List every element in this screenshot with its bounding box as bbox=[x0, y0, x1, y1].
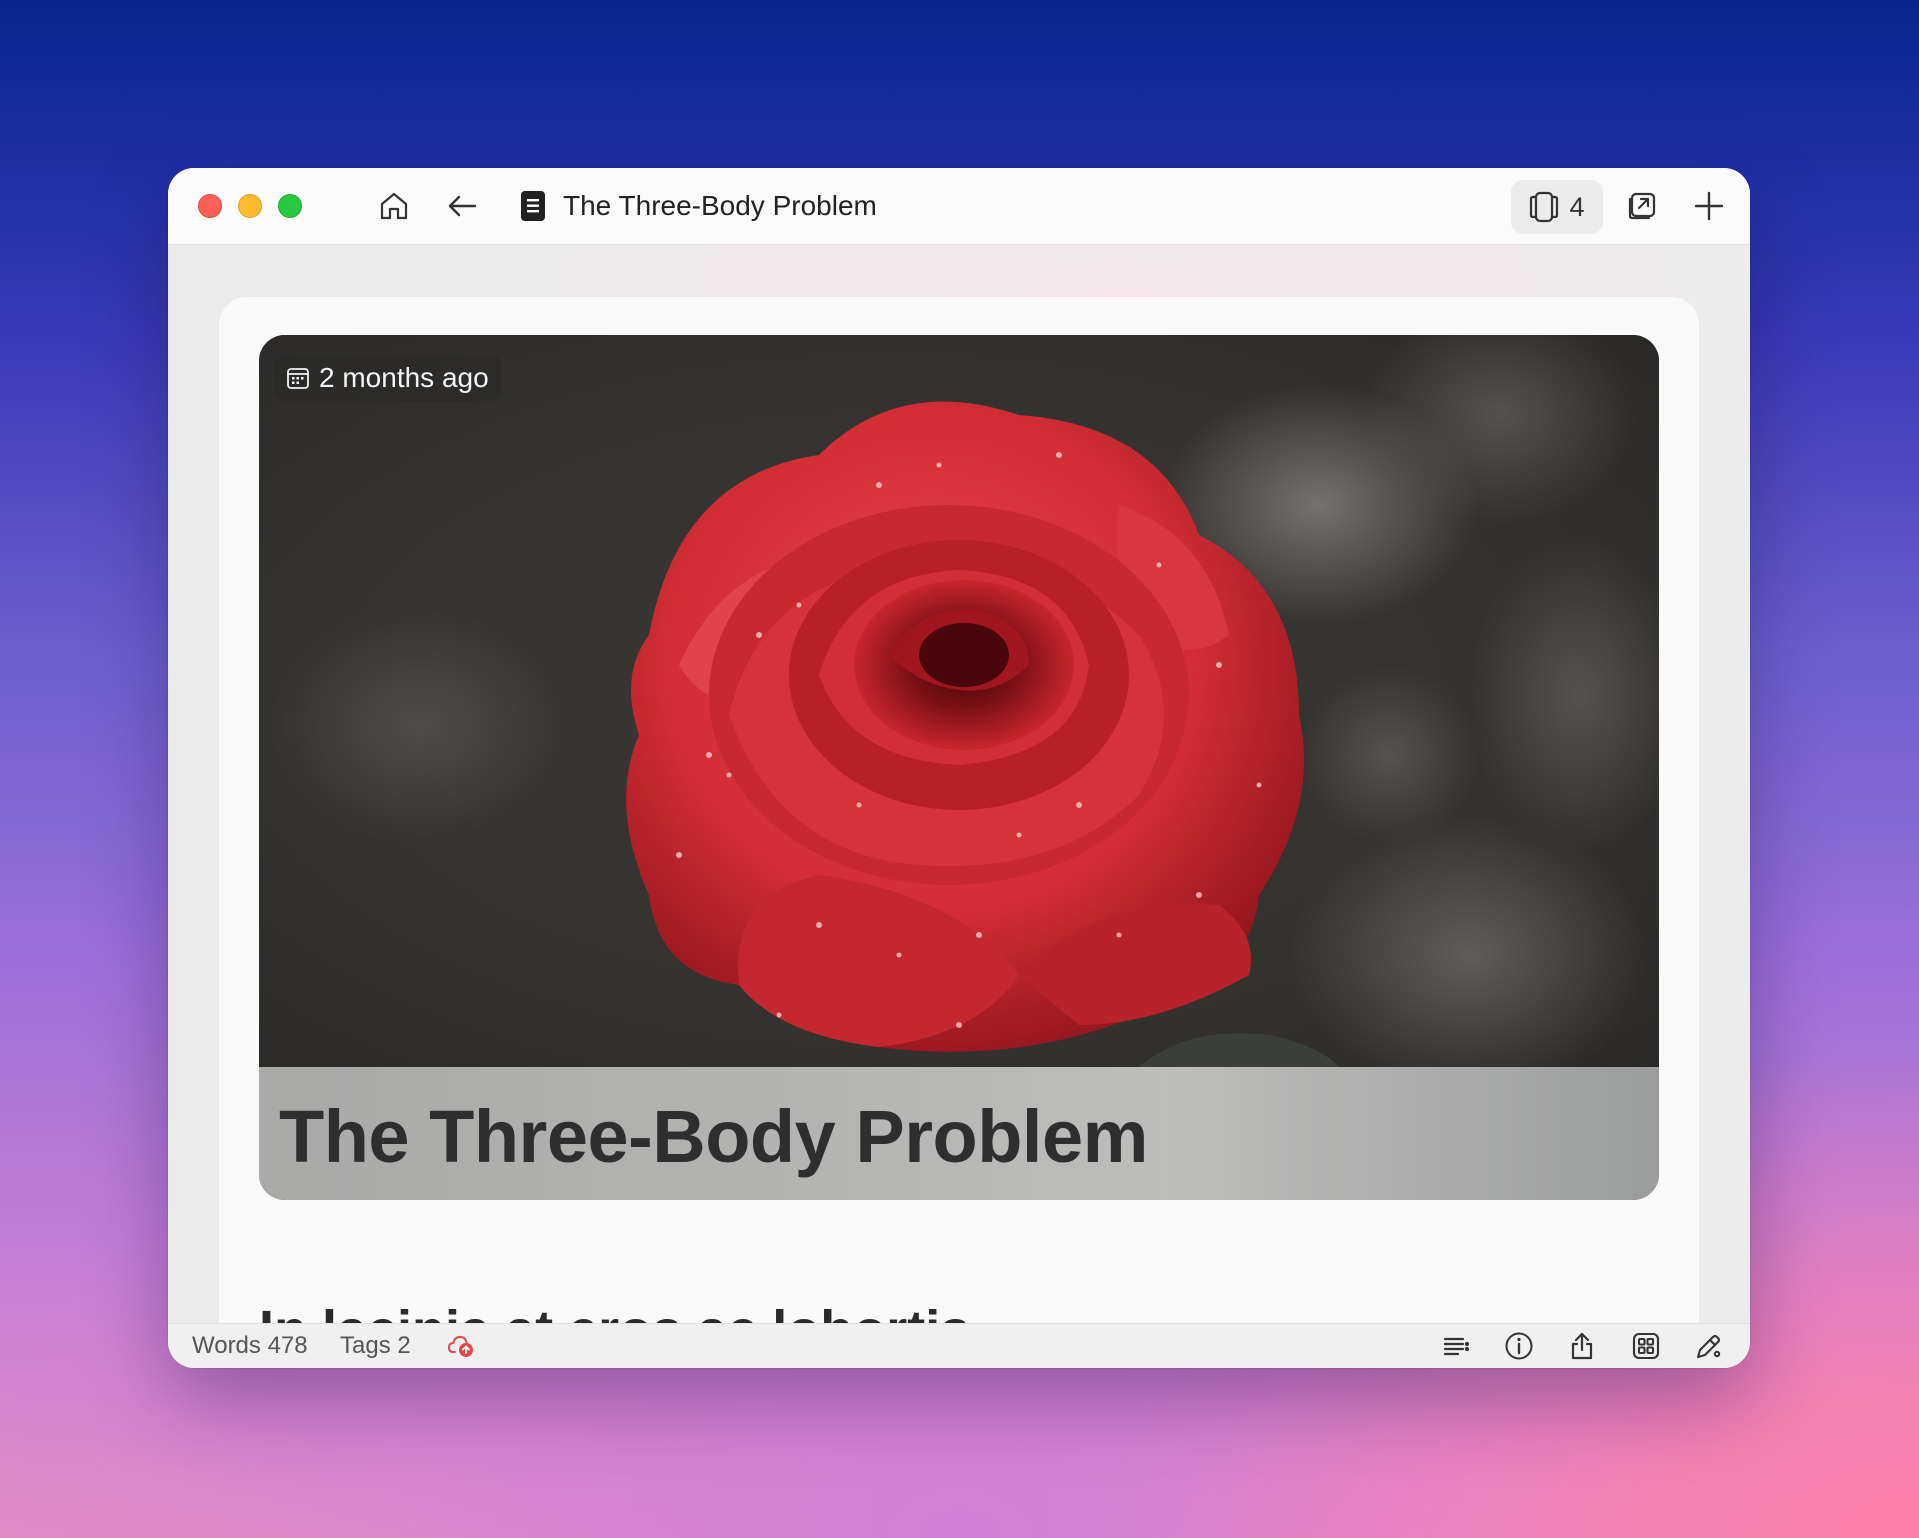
open-tabs-button[interactable]: 4 bbox=[1511, 180, 1603, 234]
info-icon[interactable] bbox=[1501, 1328, 1537, 1364]
edit-settings-icon[interactable] bbox=[1691, 1328, 1727, 1364]
editor-area[interactable]: 2 months ago The Three-Body Problem In l… bbox=[168, 245, 1750, 1323]
calendar-icon bbox=[287, 368, 309, 389]
content-heading[interactable]: In lacinia at eros ac lobortis bbox=[259, 1300, 970, 1323]
close-window-button[interactable] bbox=[198, 194, 222, 218]
minimize-window-button[interactable] bbox=[238, 194, 262, 218]
tabs-icon bbox=[1530, 191, 1559, 223]
date-badge[interactable]: 2 months ago bbox=[274, 355, 501, 401]
note-page: 2 months ago The Three-Body Problem In l… bbox=[219, 297, 1699, 1323]
open-in-new-window-icon[interactable] bbox=[1623, 187, 1661, 225]
cover-title-band: The Three-Body Problem bbox=[259, 1067, 1659, 1200]
outline-list-icon[interactable] bbox=[1438, 1328, 1474, 1364]
cover-title: The Three-Body Problem bbox=[279, 1095, 1148, 1178]
back-arrow-icon[interactable] bbox=[443, 187, 481, 225]
app-window: The Three-Body Problem 4 2 months ago Th… bbox=[168, 168, 1750, 1368]
document-icon bbox=[514, 187, 552, 225]
cover-card[interactable]: 2 months ago The Three-Body Problem bbox=[259, 335, 1659, 1200]
date-label: 2 months ago bbox=[319, 362, 489, 393]
widgets-grid-icon[interactable] bbox=[1628, 1328, 1664, 1364]
window-title: The Three-Body Problem bbox=[563, 190, 877, 221]
tag-count[interactable]: Tags 2 bbox=[340, 1332, 411, 1360]
cloud-sync-error-icon[interactable] bbox=[443, 1328, 479, 1364]
add-icon[interactable] bbox=[1690, 187, 1728, 225]
share-icon[interactable] bbox=[1564, 1328, 1600, 1364]
title-bar: The Three-Body Problem 4 bbox=[168, 168, 1750, 245]
home-icon[interactable] bbox=[375, 187, 413, 225]
open-tabs-count: 4 bbox=[1569, 191, 1585, 222]
word-count[interactable]: Words 478 bbox=[192, 1332, 308, 1360]
cover-image bbox=[259, 335, 1659, 1067]
status-bar: Words 478 Tags 2 bbox=[168, 1323, 1750, 1368]
zoom-window-button[interactable] bbox=[278, 194, 302, 218]
